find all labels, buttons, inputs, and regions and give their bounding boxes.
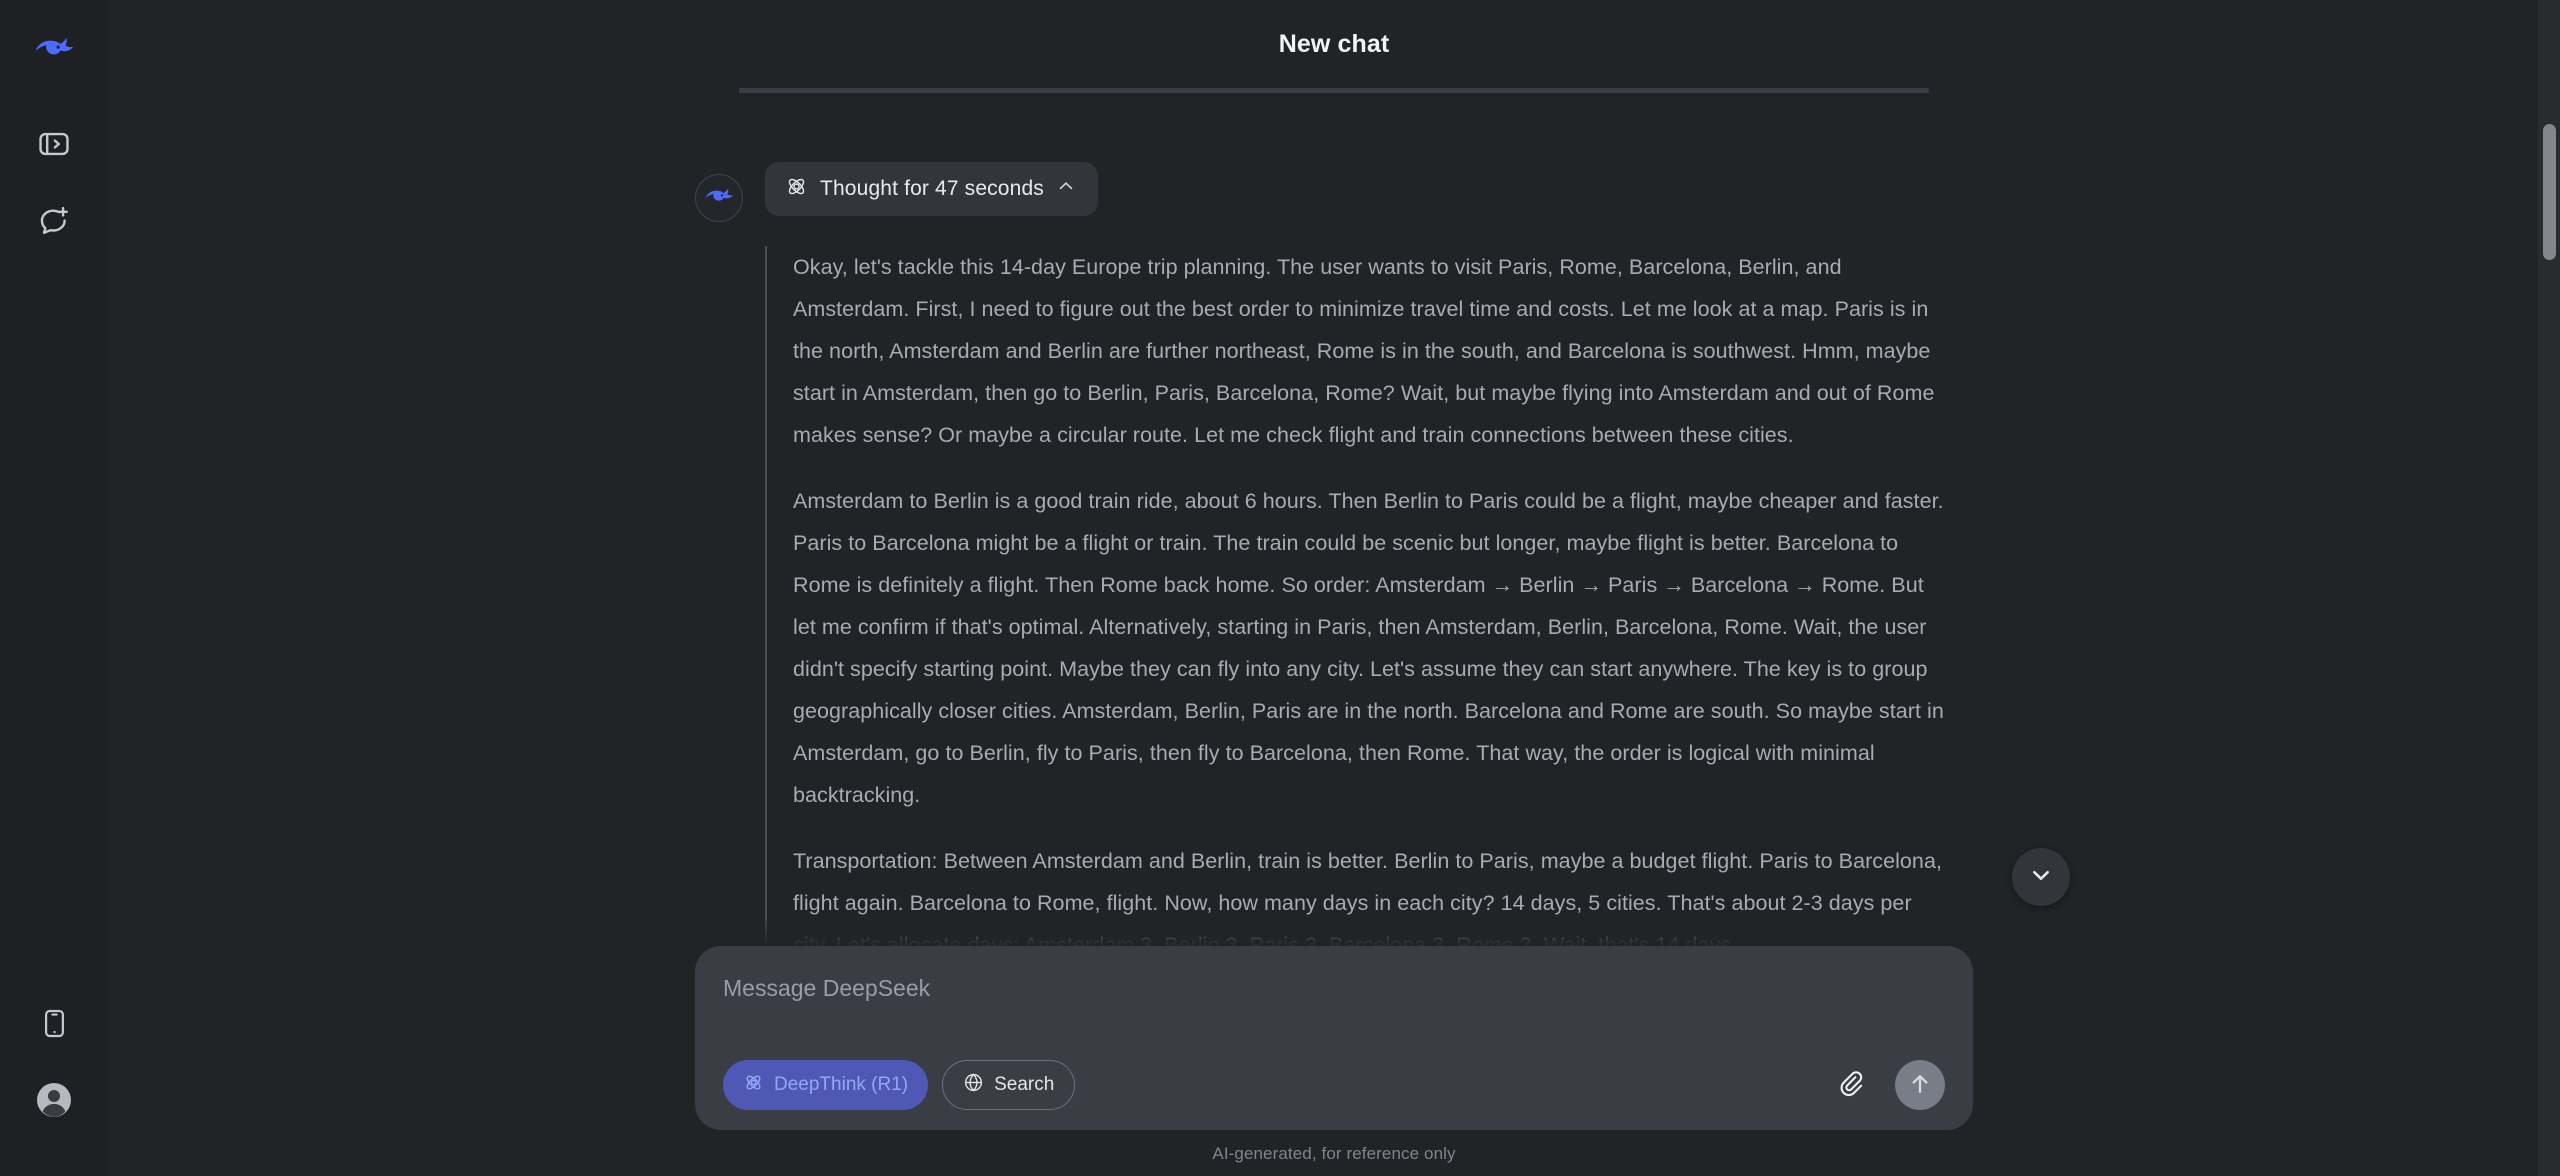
sidebar-item-get-app[interactable] [16, 988, 92, 1064]
composer-toolbar: DeepThink (R1) Search [723, 1060, 1945, 1110]
new-chat-icon [37, 203, 71, 242]
chevron-up-icon [1056, 176, 1076, 202]
sidebar-item-expand-sidebar[interactable] [16, 108, 92, 184]
arrow-up-icon [1907, 1071, 1933, 1100]
vertical-scrollbar-thumb[interactable] [2543, 124, 2556, 260]
assistant-message: Thought for 47 seconds Okay, let's tackl… [685, 162, 1983, 966]
chat-topbar: New chat [108, 0, 2560, 88]
sidebar-item-profile[interactable] [16, 1064, 92, 1140]
thought-summary-toggle[interactable]: Thought for 47 seconds [765, 162, 1098, 216]
deepseek-whale-logo[interactable] [16, 10, 92, 86]
send-message-button[interactable] [1895, 1060, 1945, 1110]
avatar [695, 174, 743, 222]
paperclip-icon [1836, 1069, 1864, 1102]
left-sidebar [0, 0, 108, 1176]
scroll-to-bottom-button[interactable] [2012, 848, 2070, 906]
assistant-body: Thought for 47 seconds Okay, let's tackl… [765, 162, 1983, 966]
sidebar-item-new-chat[interactable] [16, 184, 92, 260]
mobile-device-icon [39, 1008, 70, 1044]
attach-file-button[interactable] [1827, 1062, 1873, 1108]
message-input[interactable] [723, 972, 1945, 1046]
thinking-content: Okay, let's tackle this 14-day Europe tr… [765, 246, 1945, 966]
page-title: New chat [1278, 29, 1390, 58]
sidebar-bottom-group [16, 988, 92, 1176]
search-toggle-label: Search [994, 1074, 1055, 1095]
composer-region: DeepThink (R1) Search [108, 916, 2560, 1176]
composer-actions [1827, 1060, 1945, 1110]
atom-icon [743, 1072, 764, 1099]
chevron-down-icon [2028, 862, 2054, 893]
thinking-paragraph: Okay, let's tackle this 14-day Europe tr… [793, 255, 1935, 447]
deepthink-atom-icon [785, 175, 808, 204]
deepseek-whale-avatar [703, 180, 735, 217]
deepthink-toggle-button[interactable]: DeepThink (R1) [723, 1060, 929, 1110]
vertical-scrollbar-track[interactable] [2538, 0, 2560, 1176]
main-chat-area: New chat Thought for 47 seconds Okay, le… [108, 0, 2560, 1176]
deepthink-toggle-label: DeepThink (R1) [774, 1074, 909, 1095]
globe-icon [963, 1072, 984, 1099]
disclaimer-text: AI-generated, for reference only [1212, 1144, 1456, 1163]
deepseek-app-window: New chat Thought for 47 seconds Okay, le… [0, 0, 2560, 1176]
search-toggle-button[interactable]: Search [942, 1060, 1076, 1110]
panel-expand-icon [37, 127, 71, 166]
thinking-paragraph: Amsterdam to Berlin is a good train ride… [793, 489, 1944, 807]
message-composer: DeepThink (R1) Search [695, 946, 1973, 1130]
user-avatar-icon [34, 1080, 74, 1125]
sidebar-top-group [16, 0, 92, 260]
conversation-container: Thought for 47 seconds Okay, let's tackl… [685, 60, 1983, 966]
thought-summary-label: Thought for 47 seconds [820, 177, 1044, 200]
